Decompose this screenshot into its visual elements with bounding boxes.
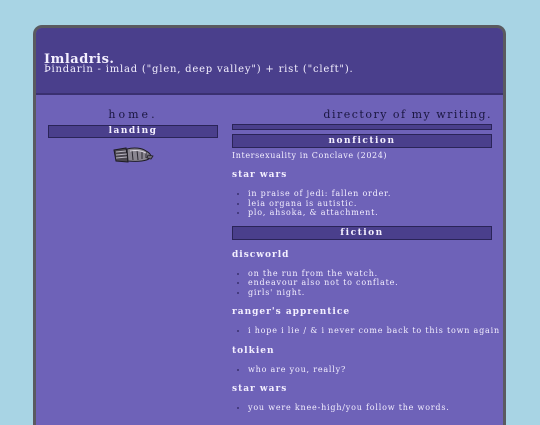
list-item: plo, ahsoka, & attachment. bbox=[248, 208, 492, 218]
story-link[interactable]: i hope i lie / & i never come back to th… bbox=[248, 326, 500, 335]
list-item: you were knee-high/you follow the words. bbox=[248, 403, 492, 413]
tolkien-list: who are you, really? bbox=[232, 365, 492, 375]
list-item: in praise of jedi: fallen order. bbox=[248, 189, 492, 199]
rangers-apprentice-list: i hope i lie / & i never come back to th… bbox=[232, 326, 499, 336]
discworld-list: on the run from the watch. endeavour als… bbox=[232, 269, 492, 298]
story-link[interactable]: on the run from the watch. bbox=[248, 269, 378, 278]
list-item: leia organa is autistic. bbox=[248, 199, 492, 209]
star-wars-fiction-list: you were knee-high/you follow the words. bbox=[232, 403, 492, 413]
story-link[interactable]: girls' night. bbox=[248, 288, 305, 297]
list-item: endeavour also not to conflate. bbox=[248, 278, 492, 288]
story-link[interactable]: endeavour also not to conflate. bbox=[248, 278, 399, 287]
essay-link[interactable]: plo, ahsoka, & attachment. bbox=[248, 208, 378, 217]
landing-link[interactable]: landing bbox=[48, 125, 218, 138]
title-rule bbox=[232, 124, 492, 130]
list-item: girls' night. bbox=[248, 288, 492, 298]
essay-link[interactable]: leia organa is autistic. bbox=[248, 199, 357, 208]
main-content: directory of my writing. nonfiction Inte… bbox=[232, 108, 499, 413]
page-frame: Imladris. Þindarin - imlad ("glen, deep … bbox=[33, 25, 506, 425]
list-item: who are you, really? bbox=[248, 365, 492, 375]
story-link[interactable]: who are you, really? bbox=[248, 365, 346, 374]
home-link[interactable]: home. bbox=[48, 108, 218, 121]
list-item: on the run from the watch. bbox=[248, 269, 492, 279]
nonfiction-heading: nonfiction bbox=[232, 134, 492, 148]
category-heading: discworld bbox=[232, 249, 290, 260]
list-item: i hope i lie / & i never come back to th… bbox=[248, 326, 499, 336]
gauntlet-icon bbox=[113, 147, 154, 163]
site-subtitle: Þindarin - imlad ("glen, deep valley") +… bbox=[44, 64, 354, 75]
category-heading: star wars bbox=[232, 384, 288, 394]
category-heading: ranger's apprentice bbox=[232, 307, 351, 317]
category-heading: star wars bbox=[232, 170, 288, 180]
fiction-heading: fiction bbox=[232, 225, 492, 240]
sidebar: home. landing bbox=[48, 108, 218, 166]
site-header: Imladris. Þindarin - imlad ("glen, deep … bbox=[36, 28, 503, 95]
story-link[interactable]: you were knee-high/you follow the words. bbox=[248, 403, 450, 412]
page-title: directory of my writing. bbox=[323, 108, 492, 121]
star-wars-nonfiction-list: in praise of jedi: fallen order. leia or… bbox=[232, 189, 492, 218]
essay-link[interactable]: in praise of jedi: fallen order. bbox=[248, 189, 391, 198]
category-heading: tolkien bbox=[232, 345, 275, 356]
conclave-essay-link[interactable]: Intersexuality in Conclave (2024) bbox=[232, 151, 492, 160]
